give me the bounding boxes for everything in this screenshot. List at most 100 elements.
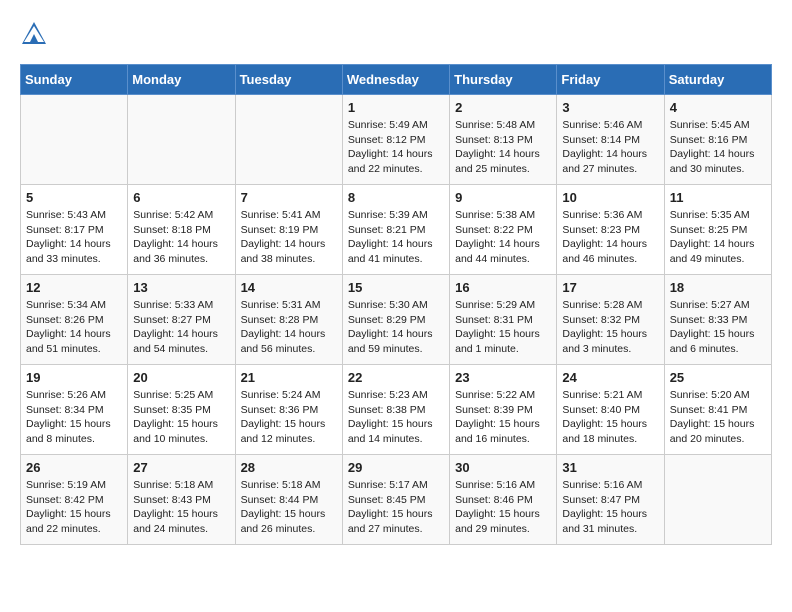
header-day-friday: Friday: [557, 65, 664, 95]
day-number: 16: [455, 280, 551, 295]
day-info: Sunrise: 5:20 AM Sunset: 8:41 PM Dayligh…: [670, 388, 766, 447]
day-cell: 2 Sunrise: 5:48 AM Sunset: 8:13 PM Daylig…: [450, 95, 557, 185]
day-number: 8: [348, 190, 444, 205]
day-info: Sunrise: 5:39 AM Sunset: 8:21 PM Dayligh…: [348, 208, 444, 267]
day-number: 6: [133, 190, 229, 205]
day-info: Sunrise: 5:17 AM Sunset: 8:45 PM Dayligh…: [348, 478, 444, 537]
day-info: Sunrise: 5:26 AM Sunset: 8:34 PM Dayligh…: [26, 388, 122, 447]
day-info: Sunrise: 5:16 AM Sunset: 8:47 PM Dayligh…: [562, 478, 658, 537]
day-info: Sunrise: 5:22 AM Sunset: 8:39 PM Dayligh…: [455, 388, 551, 447]
day-info: Sunrise: 5:29 AM Sunset: 8:31 PM Dayligh…: [455, 298, 551, 357]
day-number: 20: [133, 370, 229, 385]
day-number: 5: [26, 190, 122, 205]
week-row-2: 5 Sunrise: 5:43 AM Sunset: 8:17 PM Daylig…: [21, 185, 772, 275]
day-cell: 18 Sunrise: 5:27 AM Sunset: 8:33 PM Dayli…: [664, 275, 771, 365]
week-row-1: 1 Sunrise: 5:49 AM Sunset: 8:12 PM Daylig…: [21, 95, 772, 185]
day-cell: 29 Sunrise: 5:17 AM Sunset: 8:45 PM Dayli…: [342, 455, 449, 545]
day-cell: 21 Sunrise: 5:24 AM Sunset: 8:36 PM Dayli…: [235, 365, 342, 455]
day-number: 15: [348, 280, 444, 295]
day-cell: 22 Sunrise: 5:23 AM Sunset: 8:38 PM Dayli…: [342, 365, 449, 455]
day-cell: 26 Sunrise: 5:19 AM Sunset: 8:42 PM Dayli…: [21, 455, 128, 545]
logo: [20, 20, 52, 48]
day-number: 21: [241, 370, 337, 385]
day-info: Sunrise: 5:16 AM Sunset: 8:46 PM Dayligh…: [455, 478, 551, 537]
day-info: Sunrise: 5:43 AM Sunset: 8:17 PM Dayligh…: [26, 208, 122, 267]
week-row-3: 12Sunrise: 5:34 AM Sunset: 8:26 PM Dayli…: [21, 275, 772, 365]
calendar-body: 1 Sunrise: 5:49 AM Sunset: 8:12 PM Daylig…: [21, 95, 772, 545]
day-info: Sunrise: 5:33 AM Sunset: 8:27 PM Dayligh…: [133, 298, 229, 357]
day-info: Sunrise: 5:27 AM Sunset: 8:33 PM Dayligh…: [670, 298, 766, 357]
day-info: Sunrise: 5:25 AM Sunset: 8:35 PM Dayligh…: [133, 388, 229, 447]
day-cell: 31 Sunrise: 5:16 AM Sunset: 8:47 PM Dayli…: [557, 455, 664, 545]
day-cell: 20 Sunrise: 5:25 AM Sunset: 8:35 PM Dayli…: [128, 365, 235, 455]
day-cell: 28Sunrise: 5:18 AM Sunset: 8:44 PM Dayli…: [235, 455, 342, 545]
day-info: Sunrise: 5:48 AM Sunset: 8:13 PM Dayligh…: [455, 118, 551, 177]
header-day-thursday: Thursday: [450, 65, 557, 95]
day-number: 1: [348, 100, 444, 115]
calendar-header: SundayMondayTuesdayWednesdayThursdayFrid…: [21, 65, 772, 95]
day-cell: [235, 95, 342, 185]
day-cell: 3Sunrise: 5:46 AM Sunset: 8:14 PM Daylig…: [557, 95, 664, 185]
day-info: Sunrise: 5:36 AM Sunset: 8:23 PM Dayligh…: [562, 208, 658, 267]
day-number: 14: [241, 280, 337, 295]
day-info: Sunrise: 5:41 AM Sunset: 8:19 PM Dayligh…: [241, 208, 337, 267]
day-cell: 19 Sunrise: 5:26 AM Sunset: 8:34 PM Dayli…: [21, 365, 128, 455]
day-number: 22: [348, 370, 444, 385]
day-number: 9: [455, 190, 551, 205]
day-number: 13: [133, 280, 229, 295]
header-day-monday: Monday: [128, 65, 235, 95]
calendar-table: SundayMondayTuesdayWednesdayThursdayFrid…: [20, 64, 772, 545]
day-number: 30: [455, 460, 551, 475]
day-number: 24: [562, 370, 658, 385]
day-cell: 13 Sunrise: 5:33 AM Sunset: 8:27 PM Dayli…: [128, 275, 235, 365]
day-cell: 8 Sunrise: 5:39 AM Sunset: 8:21 PM Daylig…: [342, 185, 449, 275]
header-day-saturday: Saturday: [664, 65, 771, 95]
day-cell: 30 Sunrise: 5:16 AM Sunset: 8:46 PM Dayli…: [450, 455, 557, 545]
day-info: Sunrise: 5:35 AM Sunset: 8:25 PM Dayligh…: [670, 208, 766, 267]
day-number: 26: [26, 460, 122, 475]
day-info: Sunrise: 5:18 AM Sunset: 8:44 PM Dayligh…: [241, 478, 337, 537]
logo-icon: [20, 20, 48, 48]
day-cell: 14 Sunrise: 5:31 AM Sunset: 8:28 PM Dayli…: [235, 275, 342, 365]
day-info: Sunrise: 5:31 AM Sunset: 8:28 PM Dayligh…: [241, 298, 337, 357]
day-number: 23: [455, 370, 551, 385]
day-cell: 11Sunrise: 5:35 AM Sunset: 8:25 PM Dayli…: [664, 185, 771, 275]
day-number: 19: [26, 370, 122, 385]
header-row: SundayMondayTuesdayWednesdayThursdayFrid…: [21, 65, 772, 95]
day-cell: 1 Sunrise: 5:49 AM Sunset: 8:12 PM Daylig…: [342, 95, 449, 185]
day-info: Sunrise: 5:23 AM Sunset: 8:38 PM Dayligh…: [348, 388, 444, 447]
day-cell: 27Sunrise: 5:18 AM Sunset: 8:43 PM Dayli…: [128, 455, 235, 545]
day-cell: 16 Sunrise: 5:29 AM Sunset: 8:31 PM Dayli…: [450, 275, 557, 365]
day-number: 29: [348, 460, 444, 475]
header-day-wednesday: Wednesday: [342, 65, 449, 95]
day-info: Sunrise: 5:49 AM Sunset: 8:12 PM Dayligh…: [348, 118, 444, 177]
day-number: 17: [562, 280, 658, 295]
header-day-sunday: Sunday: [21, 65, 128, 95]
day-number: 25: [670, 370, 766, 385]
header-day-tuesday: Tuesday: [235, 65, 342, 95]
day-cell: 7 Sunrise: 5:41 AM Sunset: 8:19 PM Daylig…: [235, 185, 342, 275]
day-number: 7: [241, 190, 337, 205]
week-row-5: 26 Sunrise: 5:19 AM Sunset: 8:42 PM Dayli…: [21, 455, 772, 545]
day-number: 31: [562, 460, 658, 475]
day-number: 18: [670, 280, 766, 295]
day-info: Sunrise: 5:42 AM Sunset: 8:18 PM Dayligh…: [133, 208, 229, 267]
page-header: [20, 20, 772, 48]
day-cell: 12Sunrise: 5:34 AM Sunset: 8:26 PM Dayli…: [21, 275, 128, 365]
week-row-4: 19 Sunrise: 5:26 AM Sunset: 8:34 PM Dayli…: [21, 365, 772, 455]
day-info: Sunrise: 5:46 AM Sunset: 8:14 PM Dayligh…: [562, 118, 658, 177]
day-info: Sunrise: 5:28 AM Sunset: 8:32 PM Dayligh…: [562, 298, 658, 357]
day-number: 2: [455, 100, 551, 115]
day-cell: [664, 455, 771, 545]
day-number: 10: [562, 190, 658, 205]
day-info: Sunrise: 5:34 AM Sunset: 8:26 PM Dayligh…: [26, 298, 122, 357]
day-number: 27: [133, 460, 229, 475]
day-cell: 10 Sunrise: 5:36 AM Sunset: 8:23 PM Dayli…: [557, 185, 664, 275]
day-cell: 24 Sunrise: 5:21 AM Sunset: 8:40 PM Dayli…: [557, 365, 664, 455]
day-cell: [21, 95, 128, 185]
day-info: Sunrise: 5:45 AM Sunset: 8:16 PM Dayligh…: [670, 118, 766, 177]
day-info: Sunrise: 5:19 AM Sunset: 8:42 PM Dayligh…: [26, 478, 122, 537]
day-info: Sunrise: 5:24 AM Sunset: 8:36 PM Dayligh…: [241, 388, 337, 447]
day-cell: 4Sunrise: 5:45 AM Sunset: 8:16 PM Daylig…: [664, 95, 771, 185]
day-info: Sunrise: 5:21 AM Sunset: 8:40 PM Dayligh…: [562, 388, 658, 447]
